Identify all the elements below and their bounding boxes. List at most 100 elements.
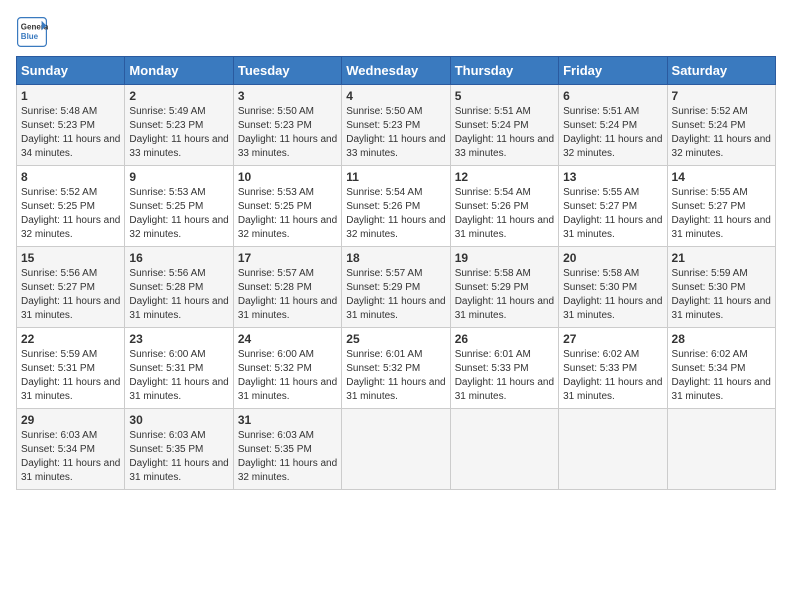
week-row-5: 29 Sunrise: 6:03 AM Sunset: 5:34 PM Dayli… <box>17 409 776 490</box>
day-number: 30 <box>129 413 228 427</box>
calendar-cell: 18 Sunrise: 5:57 AM Sunset: 5:29 PM Dayli… <box>342 247 450 328</box>
day-number: 27 <box>563 332 662 346</box>
calendar-cell: 25 Sunrise: 6:01 AM Sunset: 5:32 PM Dayli… <box>342 328 450 409</box>
day-number: 8 <box>21 170 120 184</box>
calendar-cell: 24 Sunrise: 6:00 AM Sunset: 5:32 PM Dayli… <box>233 328 341 409</box>
calendar-cell: 20 Sunrise: 5:58 AM Sunset: 5:30 PM Dayli… <box>559 247 667 328</box>
calendar-cell: 10Sunrise: 5:53 AM Sunset: 5:25 PM Dayli… <box>233 166 341 247</box>
day-number: 31 <box>238 413 337 427</box>
header-tuesday: Tuesday <box>233 57 341 85</box>
header-sunday: Sunday <box>17 57 125 85</box>
calendar-cell <box>667 409 775 490</box>
calendar-cell: 30 Sunrise: 6:03 AM Sunset: 5:35 PM Dayli… <box>125 409 233 490</box>
day-detail: Sunrise: 6:01 AM Sunset: 5:32 PM Dayligh… <box>346 348 445 404</box>
day-detail: Sunrise: 5:58 AM Sunset: 5:30 PM Dayligh… <box>563 267 662 323</box>
day-number: 1 <box>21 89 120 103</box>
day-detail: Sunrise: 5:51 AM Sunset: 5:24 PM Dayligh… <box>563 105 662 161</box>
header-thursday: Thursday <box>450 57 558 85</box>
day-number: 13 <box>563 170 662 184</box>
day-number: 14 <box>672 170 771 184</box>
day-number: 12 <box>455 170 554 184</box>
week-row-1: 1 Sunrise: 5:48 AM Sunset: 5:23 PM Daylig… <box>17 85 776 166</box>
day-number: 3 <box>238 89 337 103</box>
calendar-cell: 16 Sunrise: 5:56 AM Sunset: 5:28 PM Dayli… <box>125 247 233 328</box>
day-detail: Sunrise: 5:58 AM Sunset: 5:29 PM Dayligh… <box>455 267 554 323</box>
logo: General Blue <box>16 16 48 48</box>
day-number: 5 <box>455 89 554 103</box>
calendar-cell: 19 Sunrise: 5:58 AM Sunset: 5:29 PM Dayli… <box>450 247 558 328</box>
day-number: 23 <box>129 332 228 346</box>
calendar-cell: 13 Sunrise: 5:55 AM Sunset: 5:27 PM Dayli… <box>559 166 667 247</box>
calendar-cell: 5 Sunrise: 5:51 AM Sunset: 5:24 PM Daylig… <box>450 85 558 166</box>
calendar-cell: 31 Sunrise: 6:03 AM Sunset: 5:35 PM Dayli… <box>233 409 341 490</box>
day-detail: Sunrise: 6:01 AM Sunset: 5:33 PM Dayligh… <box>455 348 554 404</box>
day-detail: Sunrise: 6:02 AM Sunset: 5:33 PM Dayligh… <box>563 348 662 404</box>
calendar-body: 1 Sunrise: 5:48 AM Sunset: 5:23 PM Daylig… <box>17 85 776 490</box>
calendar-cell: 1 Sunrise: 5:48 AM Sunset: 5:23 PM Daylig… <box>17 85 125 166</box>
day-number: 19 <box>455 251 554 265</box>
day-number: 10 <box>238 170 337 184</box>
day-detail: Sunrise: 5:55 AM Sunset: 5:27 PM Dayligh… <box>672 186 771 242</box>
calendar-cell: 29 Sunrise: 6:03 AM Sunset: 5:34 PM Dayli… <box>17 409 125 490</box>
day-detail: Sunrise: 5:48 AM Sunset: 5:23 PM Dayligh… <box>21 105 120 161</box>
day-number: 6 <box>563 89 662 103</box>
calendar-cell: 3 Sunrise: 5:50 AM Sunset: 5:23 PM Daylig… <box>233 85 341 166</box>
calendar-cell: 8Sunrise: 5:52 AM Sunset: 5:25 PM Daylig… <box>17 166 125 247</box>
day-number: 24 <box>238 332 337 346</box>
day-number: 28 <box>672 332 771 346</box>
page-header: General Blue <box>16 16 776 48</box>
week-row-4: 22 Sunrise: 5:59 AM Sunset: 5:31 PM Dayli… <box>17 328 776 409</box>
day-detail: Sunrise: 5:56 AM Sunset: 5:27 PM Dayligh… <box>21 267 120 323</box>
day-number: 18 <box>346 251 445 265</box>
day-number: 7 <box>672 89 771 103</box>
header-saturday: Saturday <box>667 57 775 85</box>
calendar-cell <box>450 409 558 490</box>
day-detail: Sunrise: 5:53 AM Sunset: 5:25 PM Dayligh… <box>129 186 228 242</box>
day-detail: Sunrise: 6:03 AM Sunset: 5:34 PM Dayligh… <box>21 429 120 485</box>
day-detail: Sunrise: 5:54 AM Sunset: 5:26 PM Dayligh… <box>346 186 445 242</box>
day-detail: Sunrise: 5:55 AM Sunset: 5:27 PM Dayligh… <box>563 186 662 242</box>
day-number: 17 <box>238 251 337 265</box>
calendar-cell <box>342 409 450 490</box>
week-row-2: 8Sunrise: 5:52 AM Sunset: 5:25 PM Daylig… <box>17 166 776 247</box>
day-detail: Sunrise: 6:03 AM Sunset: 5:35 PM Dayligh… <box>238 429 337 485</box>
day-detail: Sunrise: 6:02 AM Sunset: 5:34 PM Dayligh… <box>672 348 771 404</box>
day-detail: Sunrise: 5:52 AM Sunset: 5:24 PM Dayligh… <box>672 105 771 161</box>
day-detail: Sunrise: 6:00 AM Sunset: 5:32 PM Dayligh… <box>238 348 337 404</box>
day-number: 25 <box>346 332 445 346</box>
day-detail: Sunrise: 5:51 AM Sunset: 5:24 PM Dayligh… <box>455 105 554 161</box>
day-number: 22 <box>21 332 120 346</box>
day-number: 11 <box>346 170 445 184</box>
week-row-3: 15Sunrise: 5:56 AM Sunset: 5:27 PM Dayli… <box>17 247 776 328</box>
calendar-cell: 6 Sunrise: 5:51 AM Sunset: 5:24 PM Daylig… <box>559 85 667 166</box>
day-number: 26 <box>455 332 554 346</box>
day-detail: Sunrise: 5:50 AM Sunset: 5:23 PM Dayligh… <box>238 105 337 161</box>
day-number: 16 <box>129 251 228 265</box>
day-detail: Sunrise: 5:57 AM Sunset: 5:28 PM Dayligh… <box>238 267 337 323</box>
calendar-cell: 15Sunrise: 5:56 AM Sunset: 5:27 PM Dayli… <box>17 247 125 328</box>
day-detail: Sunrise: 5:54 AM Sunset: 5:26 PM Dayligh… <box>455 186 554 242</box>
calendar-table: SundayMondayTuesdayWednesdayThursdayFrid… <box>16 56 776 490</box>
day-number: 2 <box>129 89 228 103</box>
day-number: 21 <box>672 251 771 265</box>
calendar-header: SundayMondayTuesdayWednesdayThursdayFrid… <box>17 57 776 85</box>
day-number: 20 <box>563 251 662 265</box>
calendar-cell: 2Sunrise: 5:49 AM Sunset: 5:23 PM Daylig… <box>125 85 233 166</box>
calendar-cell: 14 Sunrise: 5:55 AM Sunset: 5:27 PM Dayli… <box>667 166 775 247</box>
day-detail: Sunrise: 5:56 AM Sunset: 5:28 PM Dayligh… <box>129 267 228 323</box>
day-number: 4 <box>346 89 445 103</box>
svg-text:Blue: Blue <box>21 32 39 41</box>
day-detail: Sunrise: 5:57 AM Sunset: 5:29 PM Dayligh… <box>346 267 445 323</box>
logo-icon: General Blue <box>16 16 48 48</box>
day-detail: Sunrise: 5:59 AM Sunset: 5:31 PM Dayligh… <box>21 348 120 404</box>
calendar-cell: 21Sunrise: 5:59 AM Sunset: 5:30 PM Dayli… <box>667 247 775 328</box>
day-number: 29 <box>21 413 120 427</box>
day-detail: Sunrise: 5:50 AM Sunset: 5:23 PM Dayligh… <box>346 105 445 161</box>
calendar-cell: 7 Sunrise: 5:52 AM Sunset: 5:24 PM Daylig… <box>667 85 775 166</box>
calendar-cell: 9Sunrise: 5:53 AM Sunset: 5:25 PM Daylig… <box>125 166 233 247</box>
header-monday: Monday <box>125 57 233 85</box>
day-detail: Sunrise: 6:03 AM Sunset: 5:35 PM Dayligh… <box>129 429 228 485</box>
calendar-cell: 11 Sunrise: 5:54 AM Sunset: 5:26 PM Dayli… <box>342 166 450 247</box>
calendar-cell: 17 Sunrise: 5:57 AM Sunset: 5:28 PM Dayli… <box>233 247 341 328</box>
header-friday: Friday <box>559 57 667 85</box>
